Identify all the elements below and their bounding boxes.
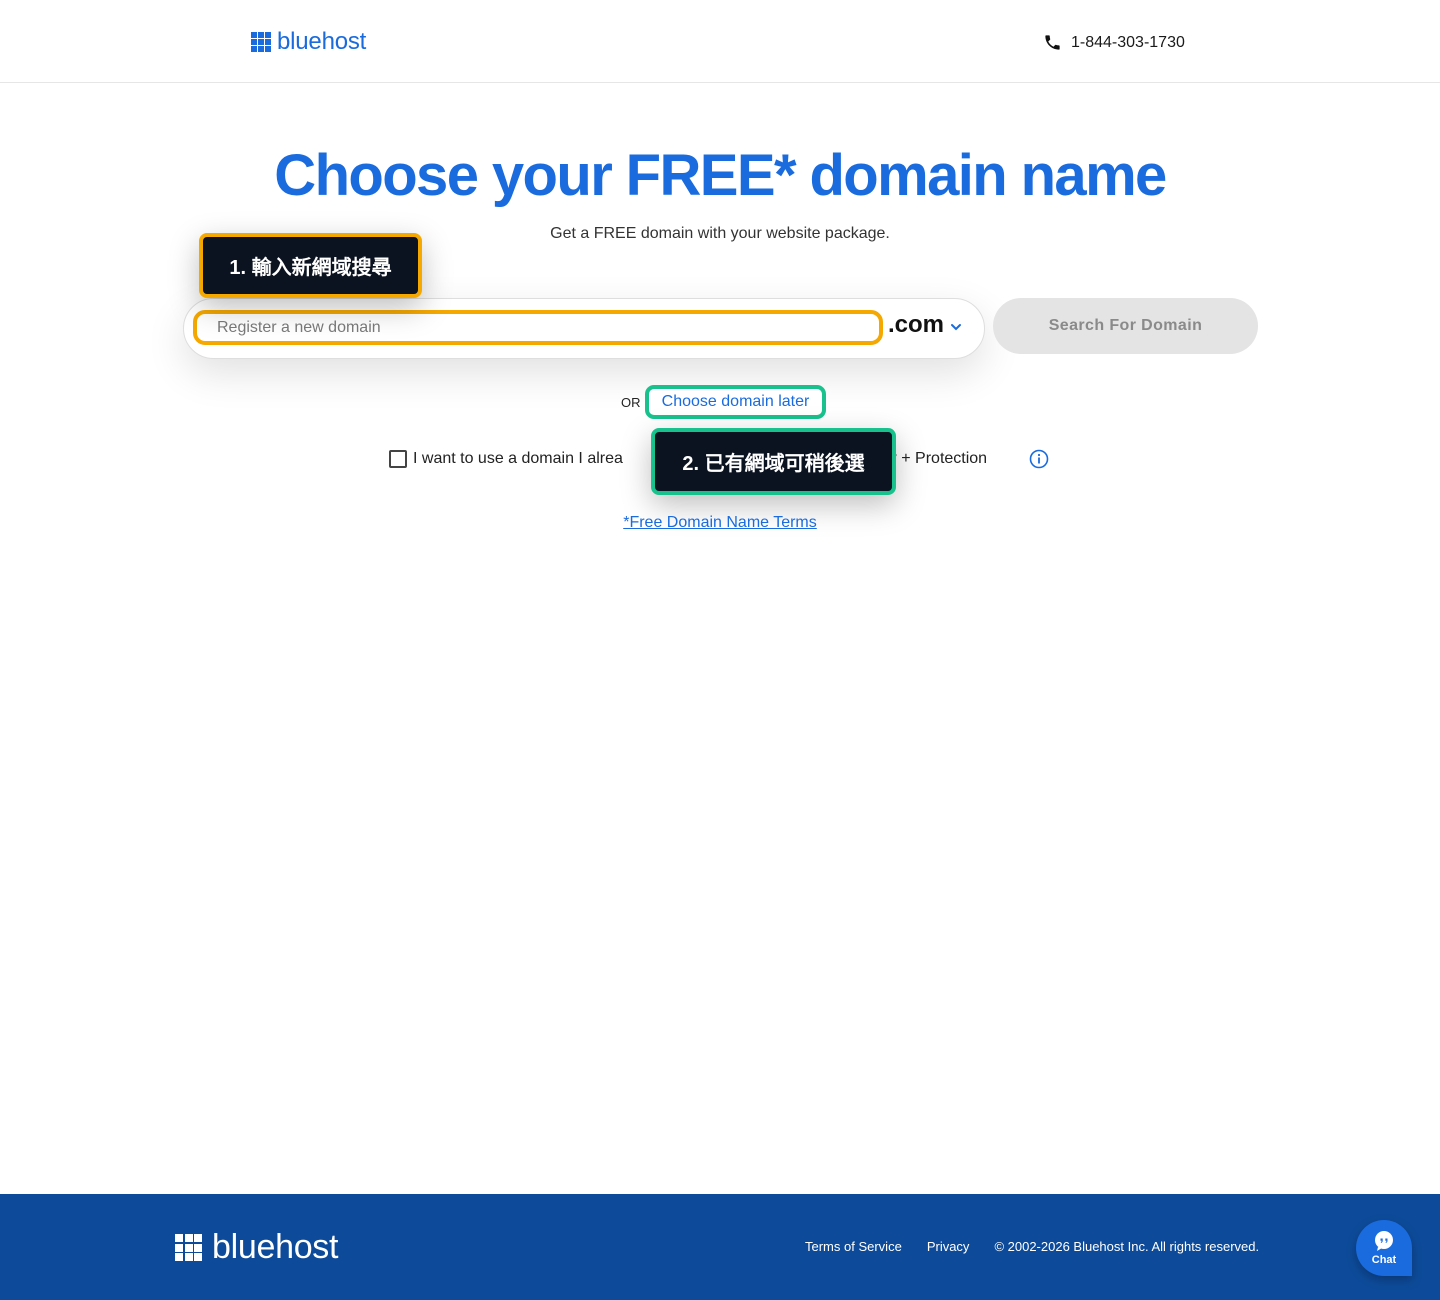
info-icon[interactable]: [1029, 449, 1049, 469]
or-label: OR: [621, 395, 641, 410]
chat-button[interactable]: Chat: [1356, 1220, 1412, 1276]
phone-icon: [1045, 35, 1060, 50]
page-title: Choose your FREE* domain name: [274, 143, 1167, 208]
footer-logo[interactable]: bluehost: [175, 1228, 338, 1267]
grid-logo-icon: [251, 32, 271, 52]
annotation-step-1: 1. 輸入新網域搜尋: [199, 233, 422, 298]
existing-domain-checkbox[interactable]: [389, 450, 407, 468]
bluehost-logo[interactable]: bluehost: [251, 28, 366, 56]
privacy-link[interactable]: Privacy: [927, 1239, 970, 1254]
chevron-down-icon: [951, 324, 962, 331]
free-domain-terms: *Free Domain Name Terms: [0, 514, 1440, 532]
footer: bluehost Terms of Service Privacy © 2002…: [0, 1194, 1440, 1300]
header: bluehost 1-844-303-1730: [0, 0, 1440, 83]
search-domain-button[interactable]: Search For Domain: [993, 298, 1258, 354]
tld-value: .com: [888, 311, 945, 338]
terms-of-service-link[interactable]: Terms of Service: [805, 1239, 902, 1254]
choose-domain-later-link[interactable]: Choose domain later: [645, 385, 826, 419]
phone-contact[interactable]: 1-844-303-1730: [1043, 33, 1185, 52]
copyright-text: © 2002-2026 Bluehost Inc. All rights res…: [994, 1239, 1260, 1254]
footer-links: Terms of Service Privacy © 2002-2026 Blu…: [805, 1239, 1259, 1254]
tld-select[interactable]: .com: [888, 311, 962, 339]
logo-text: bluehost: [277, 28, 367, 55]
grid-logo-icon: [175, 1234, 202, 1261]
domain-search-input[interactable]: [193, 310, 883, 345]
phone-number: 1-844-303-1730: [1071, 33, 1185, 51]
free-domain-terms-link[interactable]: *Free Domain Name Terms: [623, 514, 817, 531]
existing-domain-label-left: I want to use a domain I alrea: [413, 450, 623, 467]
chat-icon: [1375, 1231, 1393, 1251]
chat-label: Chat: [1371, 1254, 1397, 1266]
annotation-step-2: 2. 已有網域可稍後選: [651, 428, 896, 495]
footer-logo-text: bluehost: [212, 1228, 339, 1266]
page: bluehost 1-844-303-1730 Choose your FREE…: [0, 0, 1440, 1300]
